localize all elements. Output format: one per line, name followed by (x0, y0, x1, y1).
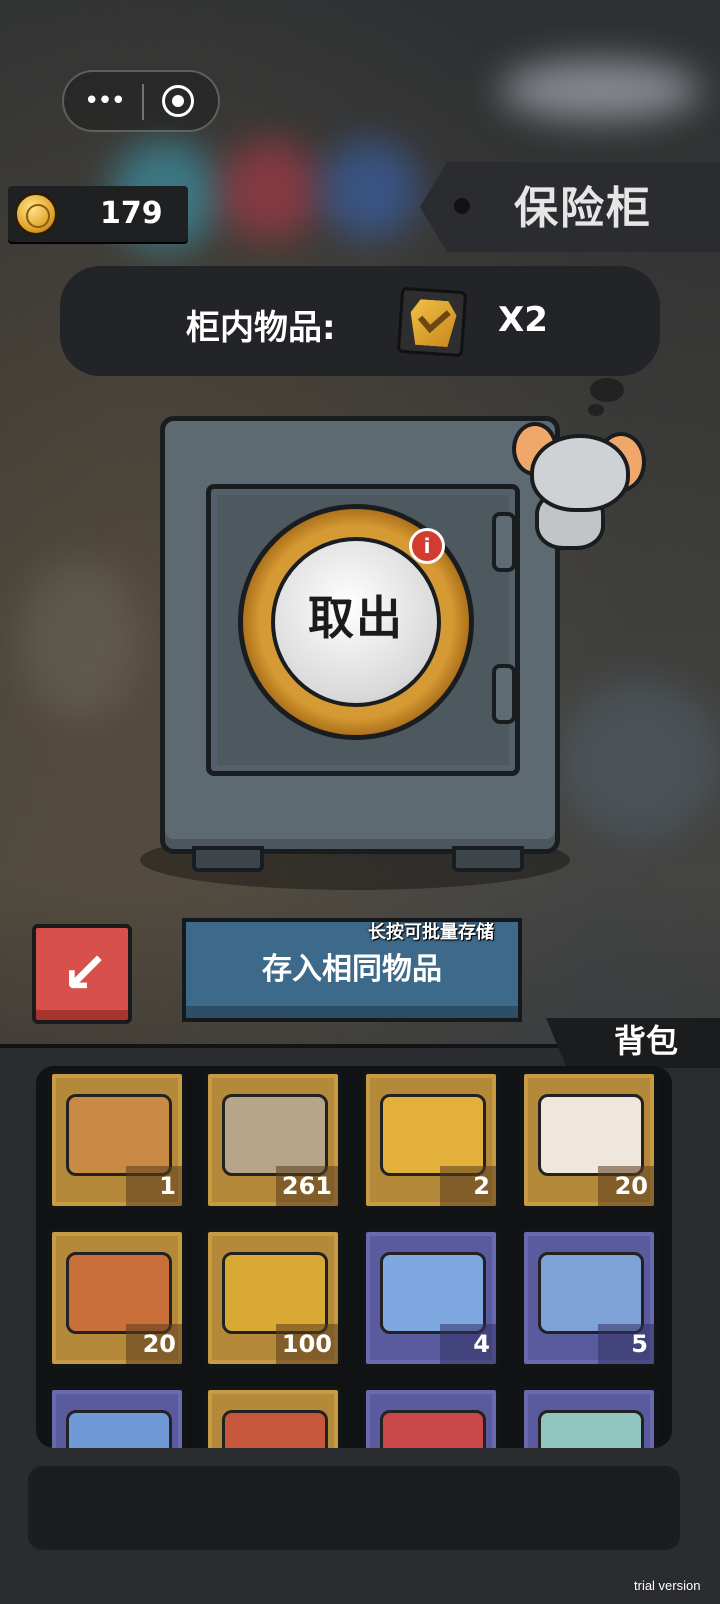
backpack-slot[interactable] (48, 1386, 186, 1448)
backpack-grid[interactable]: 1 261 2 20 20 100 4 5 (36, 1066, 672, 1448)
banner-hole (454, 198, 470, 214)
swap-arrow-icon: ↙ (61, 941, 109, 1006)
backpack-slot[interactable]: 20 (520, 1070, 658, 1210)
backpack-slot[interactable]: 20 (48, 1228, 186, 1368)
safe-contents-count: X2 (498, 300, 548, 340)
blue-item-icon (66, 1410, 172, 1448)
toy-ticket-icon (380, 1252, 486, 1334)
target-icon[interactable] (162, 85, 194, 117)
item-count: 20 (126, 1324, 182, 1364)
swap-button[interactable]: ↙ (32, 924, 132, 1024)
backpack-slot[interactable]: 100 (204, 1228, 342, 1368)
backpack-slot[interactable]: 4 (362, 1228, 500, 1368)
item-count: 4 (440, 1324, 496, 1364)
capybara-pack-icon (66, 1094, 172, 1176)
backpack-slot[interactable]: 2 (362, 1070, 500, 1210)
gold-card-icon[interactable] (396, 286, 468, 358)
background-blur (500, 60, 700, 120)
item-count: 261 (275, 1166, 338, 1206)
backpack-slot[interactable] (362, 1386, 500, 1448)
store-same-items-label: 存入相同物品 (262, 952, 442, 987)
safe-hinge-top (492, 512, 516, 572)
coin-amount: 179 (100, 196, 163, 231)
coin-icon (14, 192, 58, 236)
page-title: 保险柜 (514, 183, 652, 234)
background-blur (320, 140, 420, 240)
blue-ticket-icon (538, 1252, 644, 1334)
film-reel-icon (222, 1094, 328, 1176)
bottle-icon (222, 1410, 328, 1448)
background-blur (560, 680, 720, 840)
medical-card-icon (538, 1094, 644, 1176)
store-hint-text: 长按可批量存储 (368, 922, 494, 943)
backpack-slot[interactable]: 1 (48, 1070, 186, 1210)
background-blur (20, 560, 140, 720)
item-count: 100 (275, 1324, 338, 1364)
thought-bubble (590, 378, 624, 402)
golden-ticket-icon (222, 1252, 328, 1334)
take-out-label: 取出 (308, 591, 404, 645)
mouse-mascot (530, 434, 630, 512)
safe-foot-right (452, 846, 524, 872)
backpack-slot[interactable]: 5 (520, 1228, 658, 1368)
bottom-bar (28, 1466, 680, 1550)
safe-hinge-bottom (492, 664, 516, 724)
backpack-tab-label: 背包 (614, 1022, 679, 1060)
thought-bubble (588, 404, 604, 416)
item-count: 20 (598, 1166, 654, 1206)
first-aid-kit-icon (380, 1410, 486, 1448)
backpack-slot[interactable] (204, 1386, 342, 1448)
backpack-slot[interactable]: 261 (204, 1070, 342, 1210)
more-dots-icon[interactable]: ••• (84, 88, 126, 114)
background-blur (220, 140, 320, 240)
capsule-divider (142, 84, 144, 120)
info-icon[interactable]: i (409, 528, 445, 564)
item-count: 1 (126, 1166, 182, 1206)
trial-version-label: trial version (634, 1578, 701, 1593)
steak-pack-icon (66, 1252, 172, 1334)
capsule-menu: ••• (62, 70, 220, 132)
item-count: 5 (598, 1324, 654, 1364)
teal-pack-icon (538, 1410, 644, 1448)
backpack-slot[interactable] (520, 1386, 658, 1448)
coin-counter: 179 (8, 186, 188, 242)
safe-contents-bar (60, 266, 660, 376)
safe-contents-label: 柜内物品: (186, 308, 336, 348)
gold-card-icon (380, 1094, 486, 1176)
safe-foot-left (192, 846, 264, 872)
item-count: 2 (440, 1166, 496, 1206)
